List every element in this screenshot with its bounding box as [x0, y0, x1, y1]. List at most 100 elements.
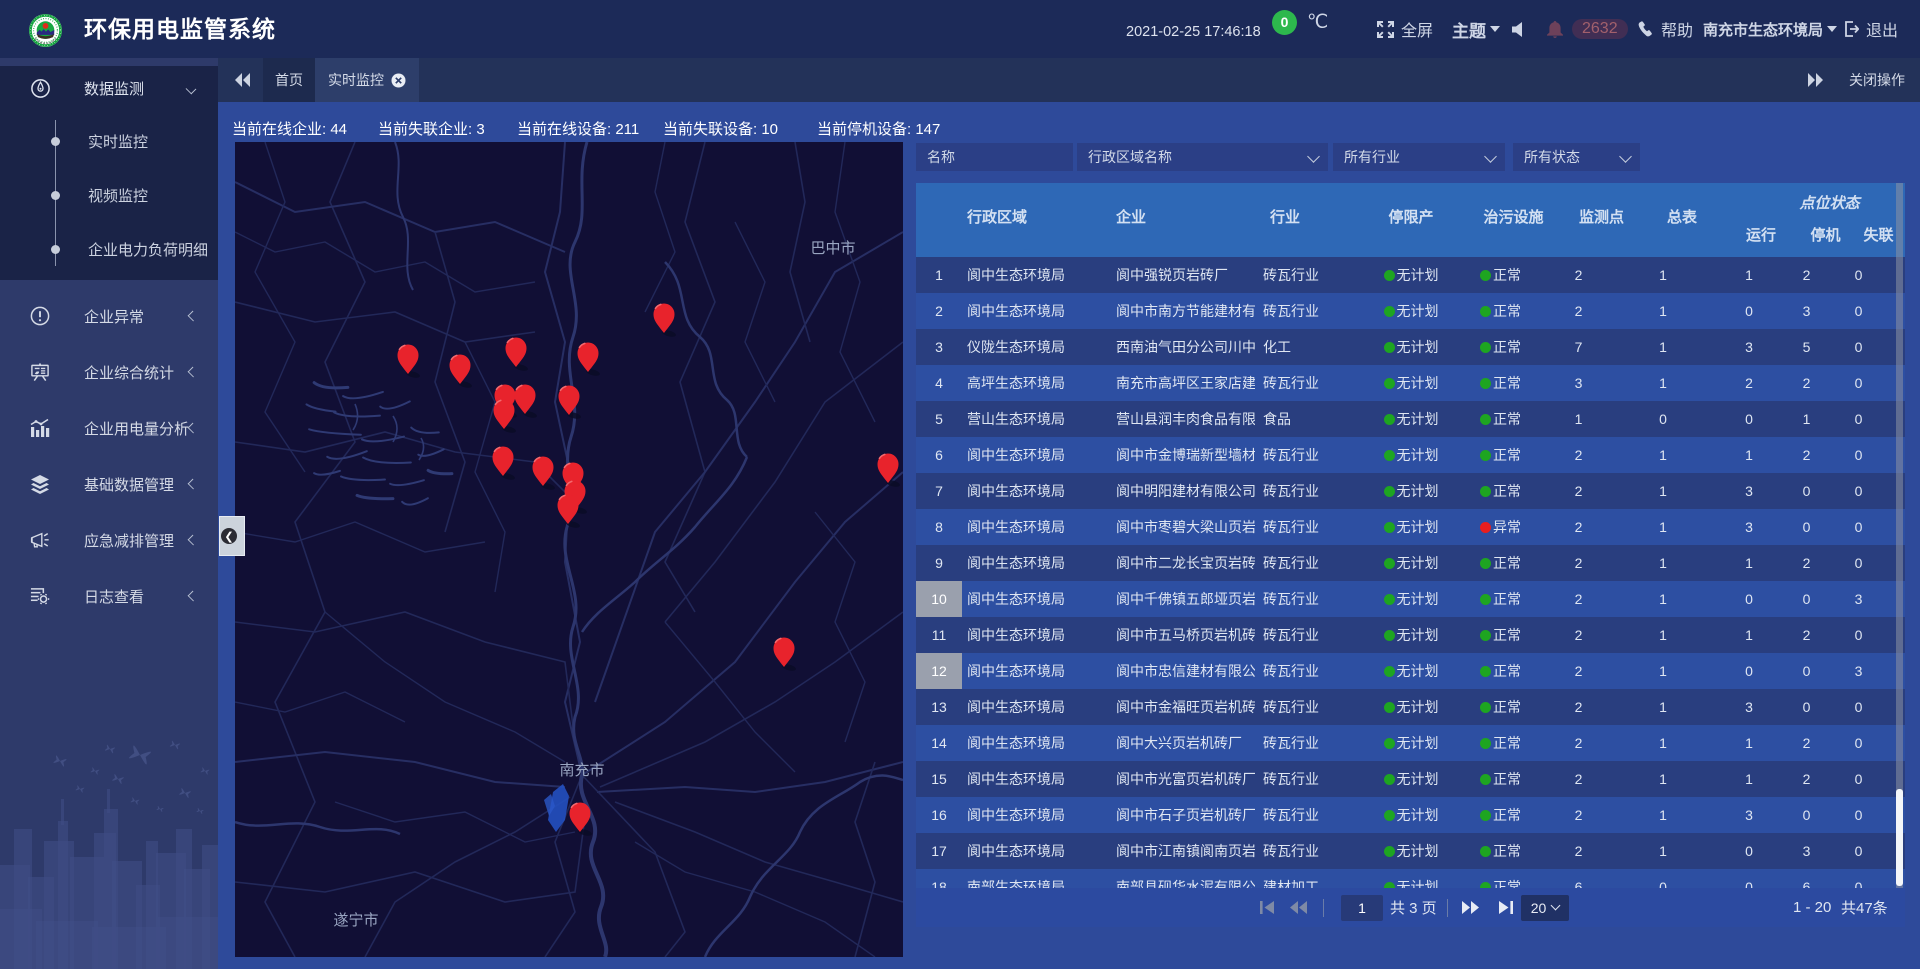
table-row-15[interactable]: 15阆中生态环境局阆中市光富页岩机砖厂砖瓦行业无计划正常21120	[916, 761, 1905, 797]
tab-realtime-monitoring[interactable]: 实时监控	[315, 58, 419, 102]
sidebar-item-power-load-detail[interactable]: 企业电力负荷明细	[0, 222, 218, 276]
mute-button[interactable]	[1512, 0, 1526, 58]
table-row-17[interactable]: 17阆中生态环境局阆中市江南镇阆南页岩砖瓦行业无计划正常21030	[916, 833, 1905, 869]
cell-points: 2	[1539, 509, 1618, 545]
table-row-13[interactable]: 13阆中生态环境局阆中市金福旺页岩机砖砖瓦行业无计划正常21300	[916, 689, 1905, 725]
cell-prod: 无计划	[1357, 293, 1465, 329]
sidebar-item-power-usage-analysis[interactable]: 企业用电量分析	[0, 400, 218, 456]
scrollbar-thumb[interactable]	[1896, 789, 1903, 886]
table-row-18[interactable]: 18南部生态环境局南部县砚华水泥有限公建材加工无计划正常60060	[916, 869, 1905, 888]
cell-run: 1	[1711, 545, 1787, 581]
cell-company: 阆中市江南镇阆南页岩	[1112, 833, 1255, 869]
theme-dropdown[interactable]: 主题	[1452, 0, 1500, 58]
table-row-3[interactable]: 3仪陇生态环境局西南油气田分公司川中化工无计划正常71350	[916, 329, 1905, 365]
chevron-left-icon	[188, 535, 199, 546]
org-dropdown[interactable]: 南充市生态环境局	[1703, 0, 1837, 58]
cell-meters: 1	[1622, 761, 1704, 797]
cell-prod: 无计划	[1357, 401, 1465, 437]
page-size-value[interactable]: 20	[1521, 895, 1569, 921]
cell-points: 2	[1539, 617, 1618, 653]
table-row-9[interactable]: 9阆中生态环境局阆中市二龙长宝页岩砖砖瓦行业无计划正常21120	[916, 545, 1905, 581]
fullscreen-button[interactable]: 全屏	[1377, 0, 1433, 58]
sidebar-item-company-abnormal[interactable]: 企业异常	[0, 288, 218, 344]
table-row-2[interactable]: 2阆中生态环境局阆中市南方节能建材有砖瓦行业无计划正常21030	[916, 293, 1905, 329]
cell-facility: 正常	[1452, 797, 1549, 833]
cell-points: 2	[1539, 725, 1618, 761]
sidebar-item-data-monitoring[interactable]: 数据监测	[0, 66, 218, 110]
cell-lost: 3	[1832, 581, 1885, 617]
sidebar-item-base-data-management[interactable]: 基础数据管理	[0, 456, 218, 512]
col-header-company[interactable]: 企业	[1112, 183, 1255, 249]
sidebar-item-realtime-monitoring[interactable]: 实时监控	[0, 114, 218, 168]
sidebar-item-company-statistics[interactable]: 企业综合统计	[0, 344, 218, 400]
col-header-region[interactable]: 行政区域	[962, 183, 1112, 249]
cell-region: 阆中生态环境局	[962, 689, 1112, 725]
table-row-1[interactable]: 1阆中生态环境局阆中强锐页岩砖厂砖瓦行业无计划正常21120	[916, 257, 1905, 293]
tab-home[interactable]: 首页	[263, 58, 315, 102]
col-header-industry[interactable]: 行业	[1255, 183, 1357, 249]
next-page-button[interactable]	[1462, 888, 1479, 927]
col-header-facility[interactable]: 治污设施	[1465, 183, 1562, 249]
cell-meters: 1	[1622, 581, 1704, 617]
tabs-scroll-right-button[interactable]	[1807, 58, 1823, 102]
col-subheader-run[interactable]: 运行	[1723, 221, 1799, 247]
cell-facility: 正常	[1452, 545, 1549, 581]
table-row-7[interactable]: 7阆中生态环境局阆中明阳建材有限公司砖瓦行业无计划正常21300	[916, 473, 1905, 509]
table-row-10[interactable]: 10阆中生态环境局阆中千佛镇五郎垭页岩砖瓦行业无计划正常21003	[916, 581, 1905, 617]
cell-lost: 0	[1832, 833, 1885, 869]
cell-run: 3	[1711, 689, 1787, 725]
cell-points: 2	[1539, 653, 1618, 689]
map[interactable]: 巴中市南充市遂宁市	[235, 142, 903, 957]
cell-prod: 无计划	[1357, 833, 1465, 869]
cell-run: 3	[1711, 509, 1787, 545]
page-size-select[interactable]: 20	[1521, 888, 1569, 927]
map-collapse-handle[interactable]: ❮	[219, 516, 245, 556]
sidebar-group-data-monitoring: 数据监测 实时监控 视频监控 企业电力负荷明细	[0, 66, 218, 280]
cell-facility: 正常	[1452, 581, 1549, 617]
table-row-11[interactable]: 11阆中生态环境局阆中市五马桥页岩机砖砖瓦行业无计划正常21120	[916, 617, 1905, 653]
table-row-14[interactable]: 14阆中生态环境局阆中大兴页岩机砖厂砖瓦行业无计划正常21120	[916, 725, 1905, 761]
sidebar-item-log-view[interactable]: 日志查看	[0, 568, 218, 624]
last-page-button[interactable]	[1499, 888, 1513, 927]
sidebar-item-emergency-reduction[interactable]: 应急减排管理	[0, 512, 218, 568]
cell-lost: 0	[1832, 437, 1885, 473]
tab-close-icon[interactable]	[391, 73, 406, 88]
cell-lost: 0	[1832, 293, 1885, 329]
tabs-scroll-left-button[interactable]	[235, 58, 251, 102]
cell-facility: 正常	[1452, 617, 1549, 653]
cell-meters: 1	[1622, 293, 1704, 329]
col-header-meters[interactable]: 总表	[1641, 183, 1723, 249]
chevron-down-icon	[1307, 150, 1320, 163]
cell-idx: 12	[916, 653, 962, 689]
col-header-prod[interactable]: 停限产	[1357, 183, 1465, 249]
name-filter-input[interactable]: 名称	[916, 143, 1073, 171]
first-page-button[interactable]	[1260, 888, 1274, 927]
table-row-12[interactable]: 12阆中生态环境局阆中市忠信建材有限公砖瓦行业无计划正常21003	[916, 653, 1905, 689]
close-operations-button[interactable]: 关闭操作	[1849, 58, 1905, 102]
industry-filter-select[interactable]: 所有行业	[1333, 143, 1505, 171]
page-range-label: 1 - 20	[1793, 888, 1831, 927]
table-scrollbar[interactable]	[1896, 183, 1903, 888]
cell-industry: 砖瓦行业	[1255, 545, 1357, 581]
notifications[interactable]: 2632	[1547, 0, 1628, 58]
cell-stop: 0	[1780, 653, 1833, 689]
cell-meters: 1	[1622, 329, 1704, 365]
table-row-16[interactable]: 16阆中生态环境局阆中市石子页岩机砖厂砖瓦行业无计划正常21300	[916, 797, 1905, 833]
col-header-points[interactable]: 监测点	[1562, 183, 1641, 249]
region-filter-select[interactable]: 行政区域名称	[1077, 143, 1328, 171]
table-row-5[interactable]: 5营山生态环境局营山县润丰肉食品有限食品无计划正常10010	[916, 401, 1905, 437]
status-filter-select[interactable]: 所有状态	[1513, 143, 1640, 171]
logout-button[interactable]: 退出	[1843, 0, 1898, 58]
cell-idx: 13	[916, 689, 962, 725]
status-dot-green	[1384, 522, 1395, 533]
page-number-value[interactable]: 1	[1341, 895, 1383, 921]
sidebar-item-video-monitoring[interactable]: 视频监控	[0, 168, 218, 222]
table-row-8[interactable]: 8阆中生态环境局阆中市枣碧大梁山页岩砖瓦行业无计划异常21300	[916, 509, 1905, 545]
page-input[interactable]: 1	[1341, 888, 1383, 927]
table-row-4[interactable]: 4高坪生态环境局南充市高坪区王家店建砖瓦行业无计划正常31220	[916, 365, 1905, 401]
status-dot-green	[1384, 630, 1395, 641]
table-row-6[interactable]: 6阆中生态环境局阆中市金博瑞新型墙材砖瓦行业无计划正常21120	[916, 437, 1905, 473]
help-button[interactable]: 帮助	[1638, 0, 1693, 58]
col-subheader-stop[interactable]: 停机	[1799, 221, 1852, 247]
prev-page-button[interactable]	[1290, 888, 1307, 927]
